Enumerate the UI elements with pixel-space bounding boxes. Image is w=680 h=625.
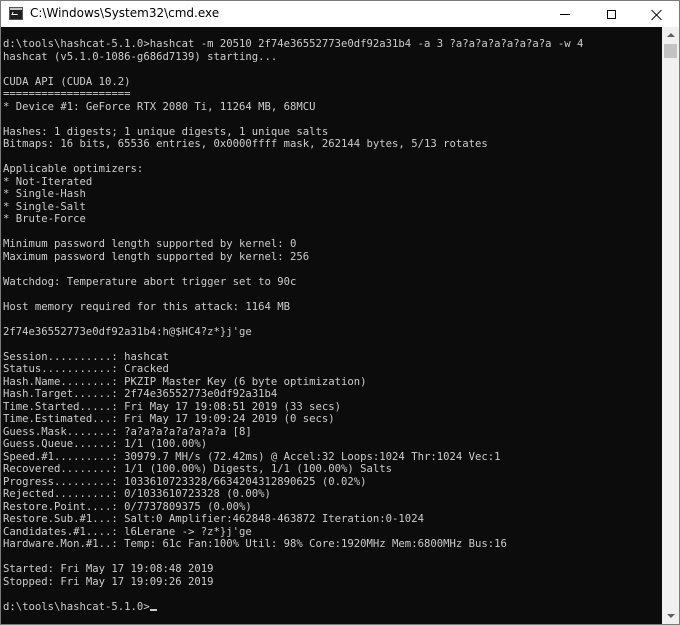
- console-line: Progress.........: 1033610723328/6634204…: [3, 475, 367, 488]
- console-line: Guess.Queue......: 1/1 (100.00%): [3, 438, 208, 450]
- console-line: Restore.Point....: 0/7737809375 (0.00%): [3, 500, 252, 513]
- console-line: Hash.Target......: 2f74e36552773e0df92a3…: [3, 388, 278, 400]
- close-button[interactable]: [633, 1, 679, 27]
- cmd-icon[interactable]: [9, 7, 23, 20]
- text-cursor: [149, 608, 157, 611]
- console-line: Host memory required for this attack: 11…: [3, 300, 291, 313]
- console-line: Started: Fri May 17 19:08:48 2019: [3, 563, 214, 575]
- minimize-button[interactable]: [542, 1, 588, 27]
- console-line: Status...........: Cracked: [3, 363, 169, 375]
- console-line: Speed.#1.........: 30979.7 MH/s (72.42ms…: [3, 450, 501, 463]
- scroll-thumb[interactable]: [664, 44, 677, 58]
- console-line: Stopped: Fri May 17 19:09:26 2019: [3, 575, 214, 588]
- close-icon: [651, 9, 662, 20]
- console-line: * Single-Hash: [3, 188, 86, 200]
- console-line: * Not-Iterated: [3, 175, 93, 188]
- scroll-down-arrow-icon[interactable]: [662, 607, 679, 624]
- console-line: Time.Started.....: Fri May 17 19:08:51 2…: [3, 400, 342, 413]
- console-line: * Brute-Force: [3, 213, 86, 225]
- maximize-icon: [606, 9, 616, 19]
- console-line: ====================: [3, 88, 131, 100]
- title-bar[interactable]: C:\Windows\System32\cmd.exe: [1, 1, 679, 27]
- console-line: * Device #1: GeForce RTX 2080 Ti, 11264 …: [3, 100, 316, 113]
- console-line: Guess.Mask.......: ?a?a?a?a?a?a?a?a [8]: [3, 425, 252, 438]
- console-line: CUDA API (CUDA 10.2): [3, 75, 131, 88]
- console-lines: d:\tools\hashcat-5.1.0>hashcat -m 20510 …: [3, 38, 583, 588]
- scroll-up-arrow-icon[interactable]: [662, 27, 679, 44]
- console-line: Minimum password length supported by ker…: [3, 238, 297, 250]
- console-line: Candidates.#1....: l6Lerane -> ?z*}j'ge: [3, 525, 252, 538]
- console-output[interactable]: d:\tools\hashcat-5.1.0>hashcat -m 20510 …: [1, 27, 662, 624]
- console-line: Maximum password length supported by ker…: [3, 250, 310, 263]
- vertical-scrollbar[interactable]: [662, 27, 679, 624]
- console-text: d:\tools\hashcat-5.1.0>hashcat -m 20510 …: [3, 38, 583, 613]
- maximize-button[interactable]: [588, 1, 634, 27]
- cmd-window: C:\Windows\System32\cmd.exe d:\tools\has…: [0, 0, 680, 625]
- console-line: Hash.Name........: PKZIP Master Key (6 b…: [3, 375, 367, 388]
- minimize-icon: [560, 13, 570, 15]
- console-line: Applicable optimizers:: [3, 163, 144, 175]
- console-line: Bitmaps: 16 bits, 65536 entries, 0x0000f…: [3, 138, 488, 150]
- console-line: Session..........: hashcat: [3, 350, 169, 363]
- console-line: * Single-Salt: [3, 200, 86, 213]
- console-line: Watchdog: Temperature abort trigger set …: [3, 275, 297, 288]
- console-line: Rejected.........: 0/1033610723328 (0.00…: [3, 488, 271, 500]
- console-line: Hardware.Mon.#1..: Temp: 61c Fan:100% Ut…: [3, 538, 507, 550]
- console-line: hashcat (v5.1.0-1086-g686d7139) starting…: [3, 50, 278, 63]
- console-line: d:\tools\hashcat-5.1.0>hashcat -m 20510 …: [3, 38, 584, 50]
- console-line: Hashes: 1 digests; 1 unique digests, 1 u…: [3, 125, 329, 138]
- console-line: Restore.Sub.#1...: Salt:0 Amplifier:4628…: [3, 513, 424, 525]
- window-title: C:\Windows\System32\cmd.exe: [30, 6, 220, 20]
- console-line: Recovered........: 1/1 (100.00%) Digests…: [3, 463, 393, 475]
- prompt-line[interactable]: d:\tools\hashcat-5.1.0>: [3, 601, 150, 613]
- console-line: Time.Estimated...: Fri May 17 19:09:24 2…: [3, 413, 335, 425]
- console-line: 2f74e36552773e0df92a31b4:h@$HC4?z*}j'ge: [3, 325, 252, 338]
